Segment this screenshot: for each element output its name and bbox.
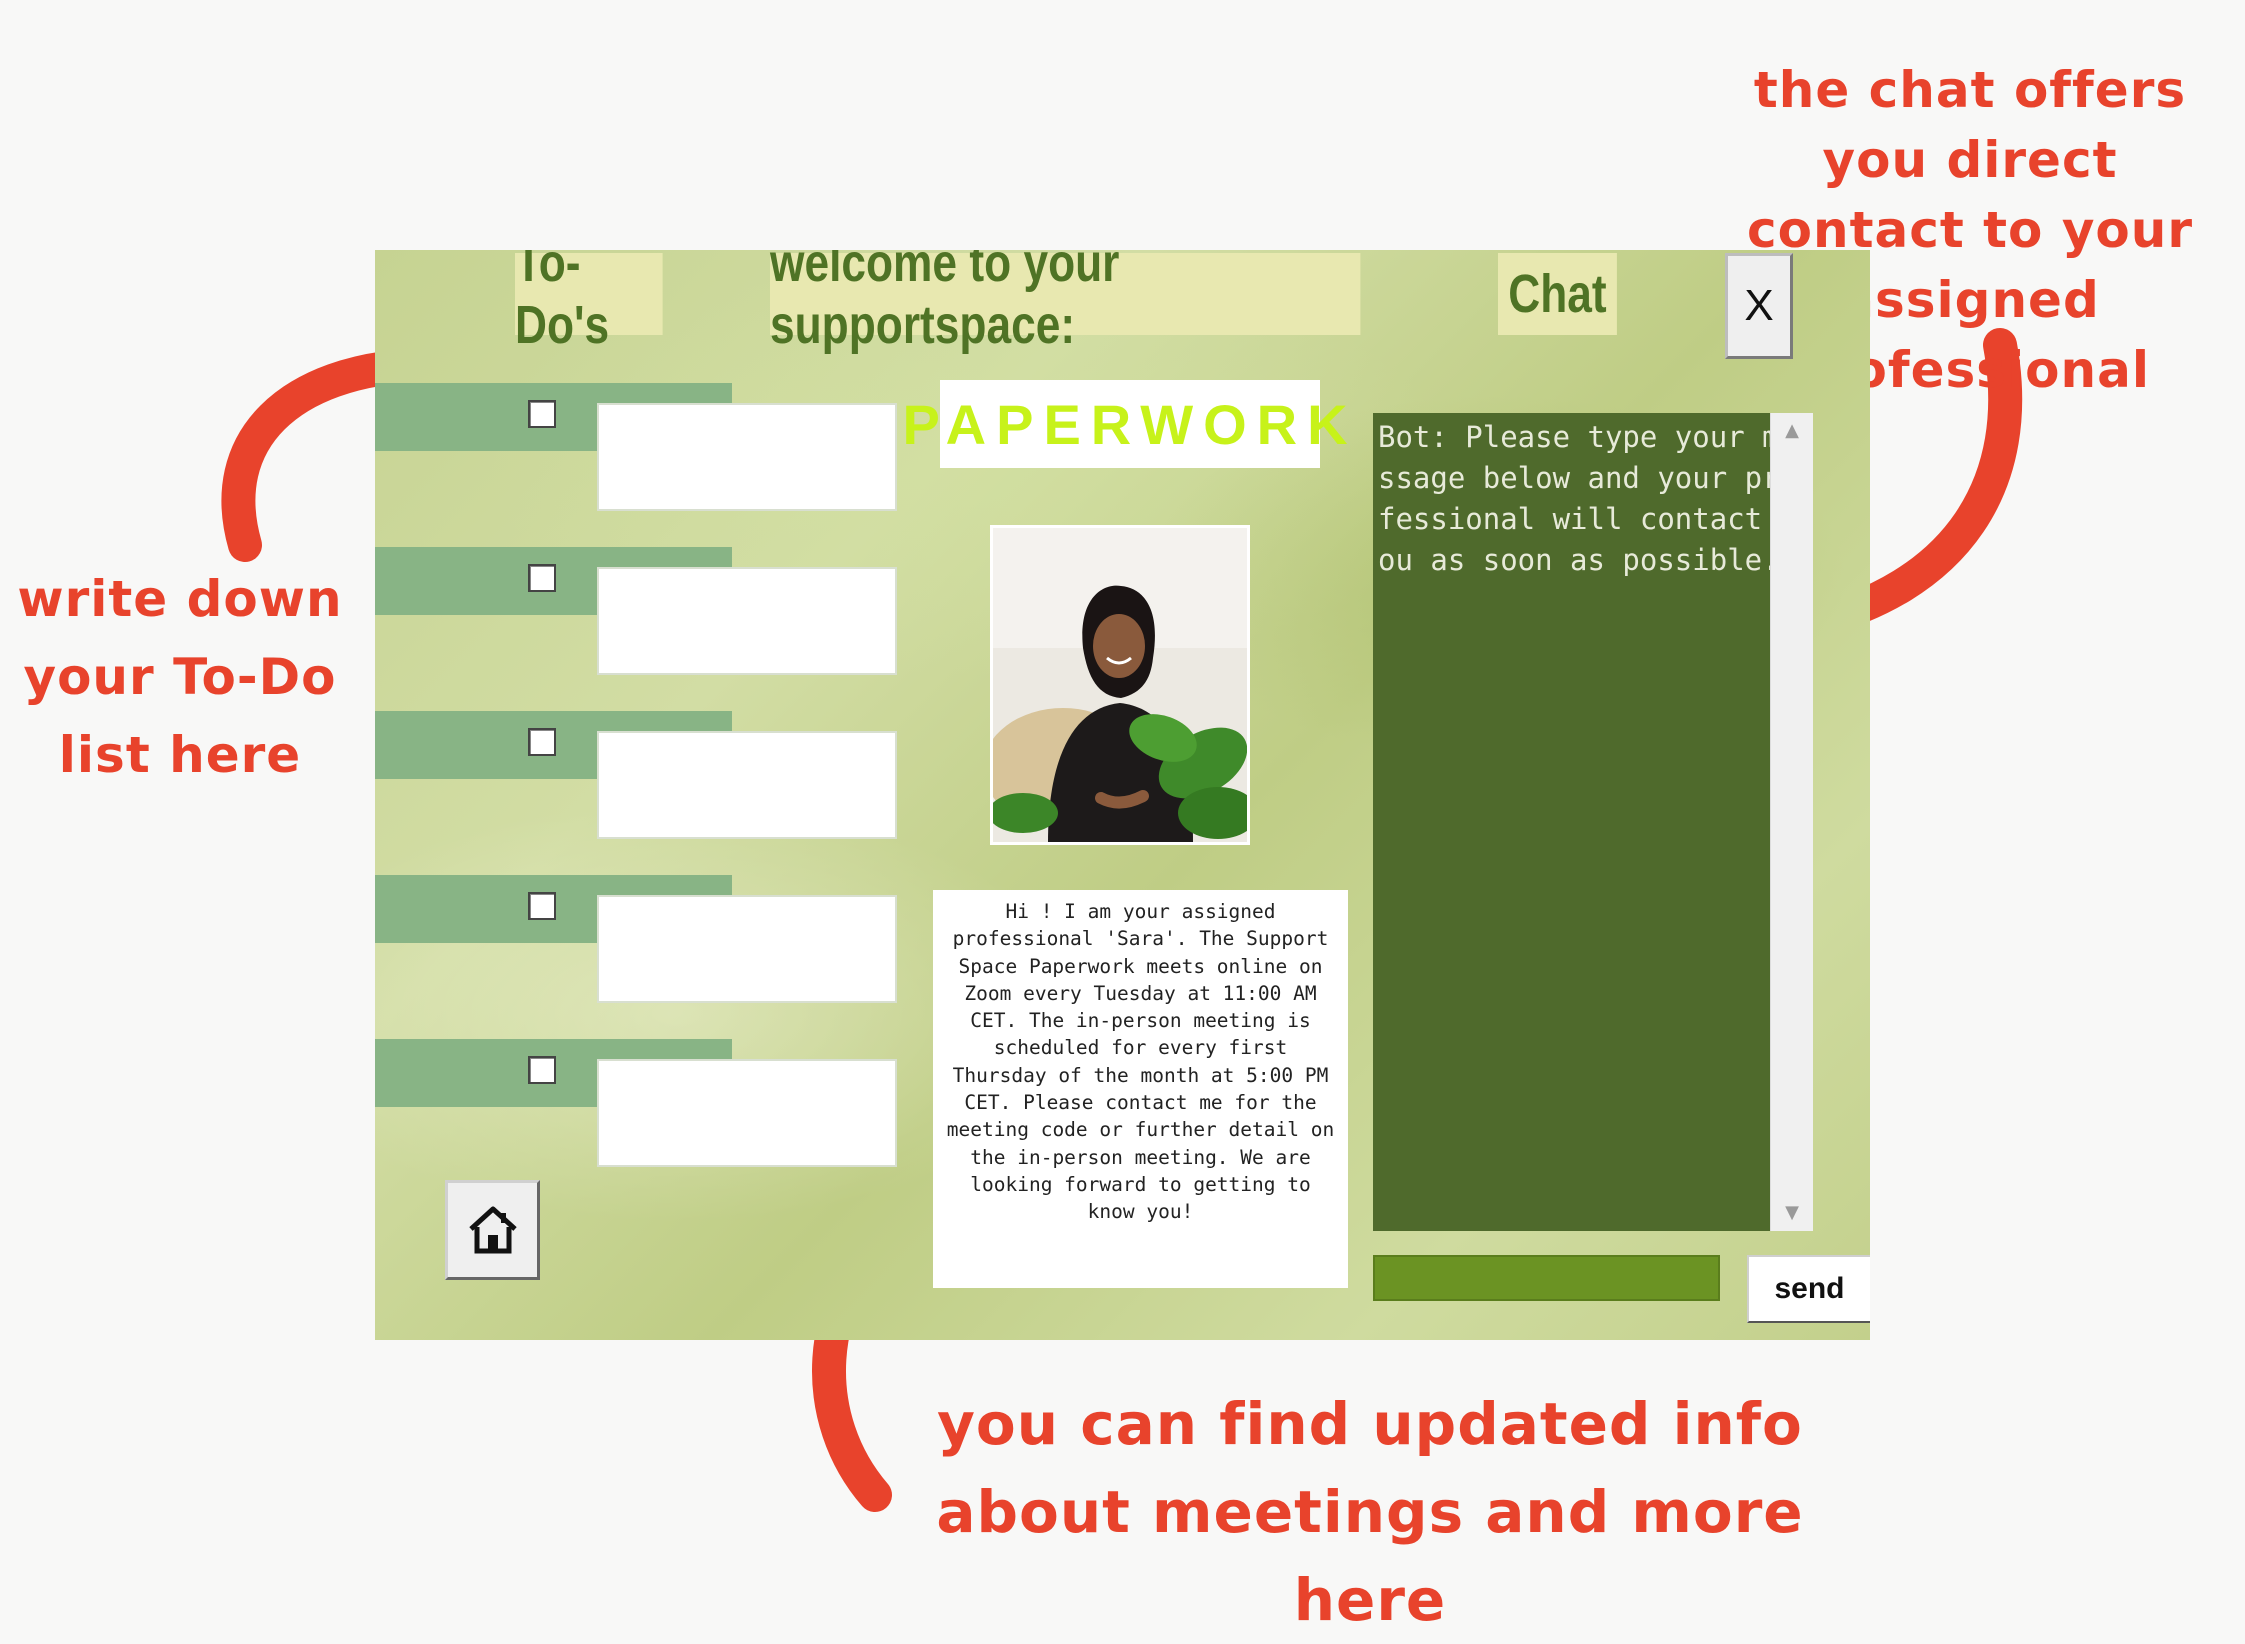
chat-log[interactable]: Bot: Please type your message below and … [1373, 413, 1813, 1231]
todo-input-5[interactable] [597, 1059, 897, 1167]
annotation-todo: write down your To-Do list here [17, 570, 343, 784]
todo-checkbox-1[interactable] [528, 400, 556, 428]
home-button[interactable] [445, 1180, 540, 1280]
todo-checkbox-2[interactable] [528, 564, 556, 592]
info-panel: Hi ! I am your assigned professional 'Sa… [933, 890, 1348, 1288]
home-icon [468, 1206, 517, 1254]
professional-photo [983, 525, 1258, 845]
todo-checkbox-4[interactable] [528, 892, 556, 920]
chat-message: Bot: Please type your message below and … [1378, 420, 1798, 577]
close-button[interactable]: X [1725, 253, 1793, 359]
todo-checkbox-5[interactable] [528, 1056, 556, 1084]
chat-scrollbar[interactable]: ▲ ▼ [1770, 413, 1813, 1231]
annotation-info: you can find updated info about meetings… [936, 1390, 1804, 1634]
todo-input-4[interactable] [597, 895, 897, 1003]
professional-avatar-illustration [983, 528, 1258, 842]
todo-input-3[interactable] [597, 731, 897, 839]
todo-input-2[interactable] [597, 567, 897, 675]
space-title: PAPERWORK [902, 380, 1348, 468]
todo-input-1[interactable] [597, 403, 897, 511]
scroll-up-icon[interactable]: ▲ [1771, 413, 1813, 449]
welcome-title: welcome to your supportspace: [770, 250, 1361, 355]
chat-input[interactable] [1373, 1255, 1720, 1301]
tab-chat[interactable]: Chat [1498, 253, 1617, 335]
supportspace-window: To-Do's welcome to your supportspace: Ch… [375, 250, 1870, 1340]
scroll-down-icon[interactable]: ▼ [1771, 1195, 1813, 1231]
todo-checkbox-3[interactable] [528, 728, 556, 756]
tab-todos[interactable]: To-Do's [515, 250, 663, 355]
send-button[interactable]: send [1747, 1255, 1870, 1323]
